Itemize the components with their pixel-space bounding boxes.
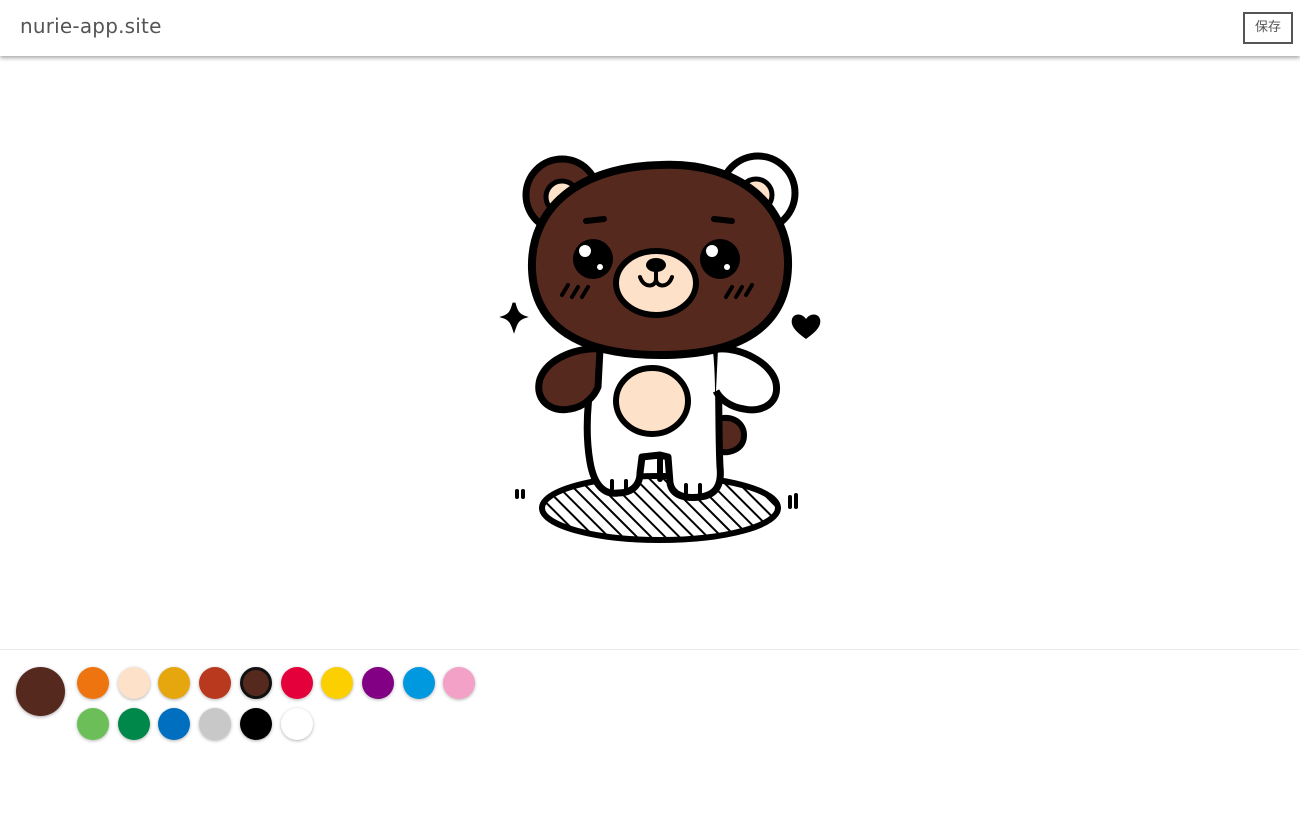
color-swatch[interactable]	[281, 667, 313, 699]
ground-shadow[interactable]	[539, 473, 781, 543]
coloring-canvas[interactable]	[0, 57, 1300, 649]
color-swatch[interactable]	[118, 708, 150, 740]
color-swatch[interactable]	[77, 708, 109, 740]
dash-decoration-right	[788, 493, 798, 509]
color-swatch[interactable]	[118, 667, 150, 699]
bear-left-arm[interactable]	[535, 345, 604, 414]
color-swatch[interactable]	[362, 667, 394, 699]
bear-left-eye	[573, 239, 613, 279]
bear-right-eye-highlight	[706, 245, 718, 257]
bear-right-eye-highlight-small	[724, 264, 730, 270]
color-swatch[interactable]	[403, 667, 435, 699]
heart-decoration	[791, 314, 821, 339]
color-swatch[interactable]	[443, 667, 475, 699]
sparkle-decoration	[499, 302, 529, 334]
color-swatch[interactable]	[77, 667, 109, 699]
bear-left-eye-highlight	[579, 245, 591, 257]
color-swatch[interactable]	[199, 708, 231, 740]
bear-left-eye-highlight-small	[597, 264, 603, 270]
color-swatch[interactable]	[240, 708, 272, 740]
bear-drawing[interactable]	[0, 57, 1300, 649]
bear-right-eyebrow	[711, 216, 735, 224]
site-title: nurie-app.site	[20, 14, 162, 38]
bear-right-arm[interactable]	[712, 345, 781, 414]
color-swatch[interactable]	[281, 708, 313, 740]
bear-belly[interactable]	[613, 365, 691, 437]
save-button[interactable]: 保存	[1243, 12, 1293, 44]
bear-right-eye	[700, 239, 740, 279]
color-swatch[interactable]	[158, 667, 190, 699]
dash-decoration-left	[515, 489, 525, 499]
palette-bar	[0, 649, 1300, 814]
color-swatch[interactable]	[199, 667, 231, 699]
app-header: nurie-app.site 保存	[0, 0, 1300, 56]
current-color-indicator	[16, 667, 65, 716]
color-swatch[interactable]	[321, 667, 353, 699]
color-swatch[interactable]	[240, 667, 272, 699]
color-swatch[interactable]	[158, 708, 190, 740]
bear-left-eyebrow	[583, 216, 607, 224]
